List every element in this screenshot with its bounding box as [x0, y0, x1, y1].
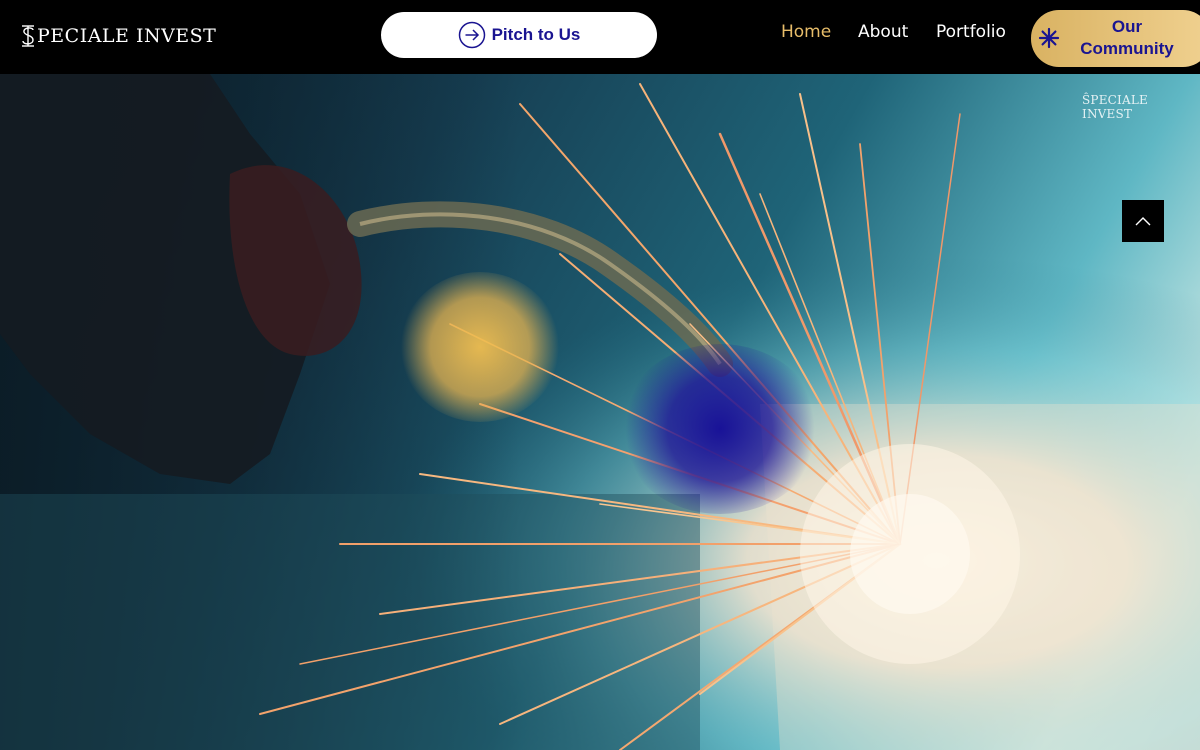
chevron-up-icon — [1135, 217, 1151, 226]
hero-video-background — [0, 74, 1200, 750]
asterisk-star-icon — [1038, 27, 1060, 49]
page: PECIALE INVEST Pitch to Us Home About Po… — [0, 0, 1200, 750]
site-header: PECIALE INVEST Pitch to Us Home About Po… — [0, 0, 1200, 74]
logo-s-mark-icon — [22, 25, 34, 47]
welding-scene-image — [0, 74, 1200, 750]
nav-about[interactable]: About — [858, 22, 908, 42]
our-community-button[interactable]: Our Community — [1031, 10, 1200, 67]
community-button-label: Our Community — [1080, 17, 1174, 58]
watermark-text: PECIALE INVEST — [1082, 93, 1148, 121]
site-logo[interactable]: PECIALE INVEST — [20, 22, 216, 50]
scroll-to-top-button[interactable] — [1122, 200, 1164, 242]
arrow-right-circle-icon — [458, 21, 485, 49]
pitch-to-us-button[interactable]: Pitch to Us — [381, 12, 657, 58]
pitch-button-label: Pitch to Us — [491, 25, 581, 44]
nav-home[interactable]: Home — [781, 22, 831, 42]
decorative-blue-blob — [620, 344, 820, 514]
nav-portfolio[interactable]: Portfolio — [936, 22, 1006, 42]
hero-logo-watermark: ŜPECIALE INVEST — [1082, 93, 1200, 121]
logo-text: PECIALE INVEST — [37, 25, 217, 47]
decorative-yellow-blob — [400, 272, 560, 422]
